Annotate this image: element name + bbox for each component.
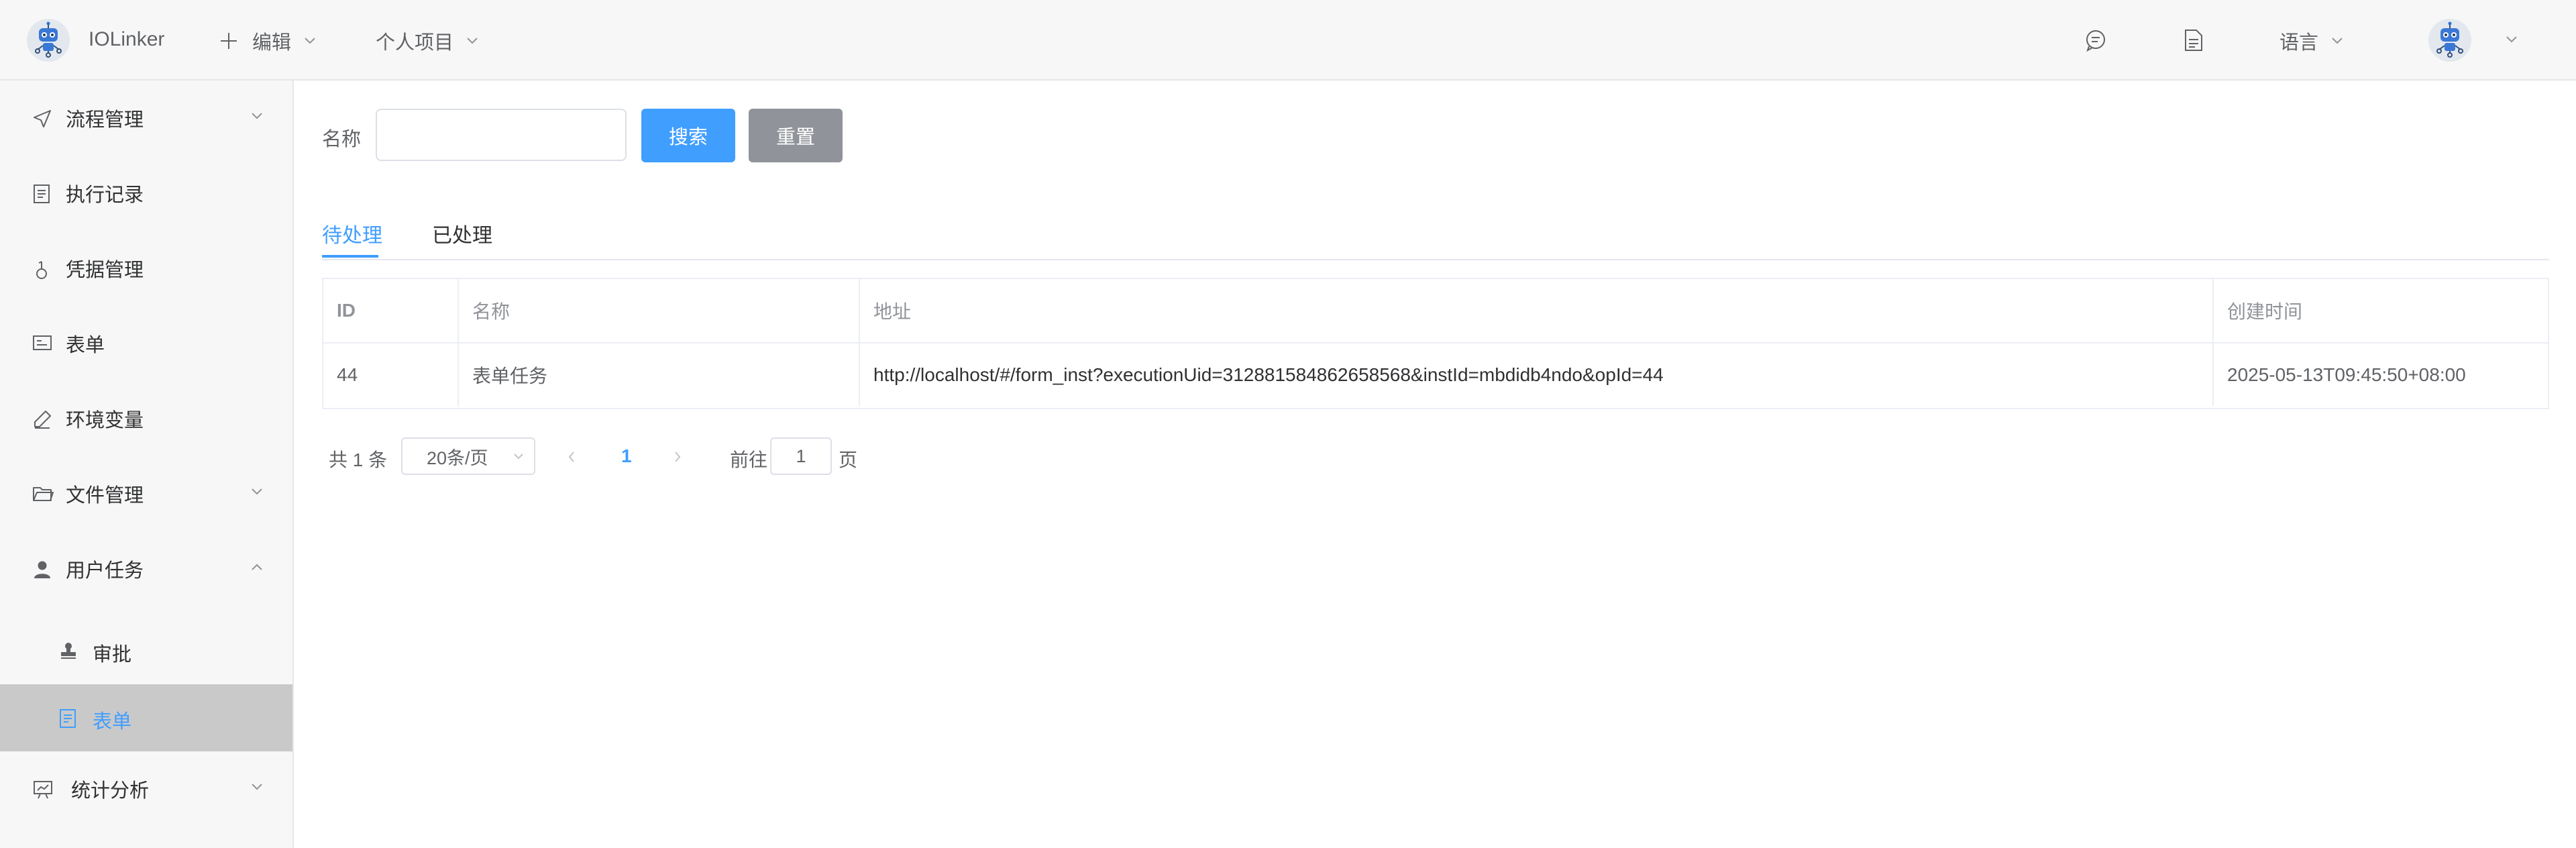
sidebar-item-credentials[interactable]: 凭据管理 [0, 231, 292, 306]
chevron-down-icon [467, 38, 478, 44]
sidebar-item-label: 表单 [93, 711, 132, 733]
chevron-down-icon [514, 454, 523, 460]
form-icon [33, 335, 52, 350]
goto-label: 前往 [730, 449, 768, 470]
project-menu-label: 个人项目 [376, 32, 454, 54]
search-name-label: 名称 [322, 129, 362, 150]
sidebar-item-flow-management[interactable]: 流程管理 [0, 81, 292, 156]
cell-name: 表单任务 [459, 343, 860, 407]
app-name: IOLinker [89, 28, 165, 50]
sidebar-item-file-management[interactable]: 文件管理 [0, 456, 292, 531]
project-menu[interactable]: 个人项目 [376, 27, 479, 55]
page-number-current[interactable]: 1 [621, 445, 632, 467]
sidebar-item-statistics[interactable]: 统计分析 [0, 751, 292, 827]
folder-icon [33, 487, 54, 501]
page-suffix-label: 页 [839, 449, 858, 470]
chevron-down-icon [252, 113, 262, 119]
edit-menu[interactable]: 编辑 [219, 27, 317, 55]
column-header-name[interactable]: 名称 [459, 279, 860, 342]
sidebar-item-label: 凭据管理 [66, 260, 144, 281]
table-row[interactable]: 44 表单任务 http://localhost/#/form_inst?exe… [323, 343, 2548, 408]
app-logo[interactable] [27, 19, 70, 62]
chat-icon [2086, 30, 2105, 52]
column-header-address[interactable]: 地址 [860, 279, 2214, 342]
user-menu-toggle[interactable] [2505, 35, 2518, 44]
send-icon [34, 110, 51, 127]
search-name-input[interactable] [376, 109, 627, 161]
pagination-total: 共 1 条 [329, 449, 388, 470]
robot-avatar-icon [2436, 21, 2463, 58]
tab-pending[interactable]: 待处理 [322, 219, 382, 248]
sidebar-item-label: 执行记录 [66, 184, 144, 206]
sidebar-item-label: 文件管理 [66, 485, 144, 507]
sidebar-item-label: 审批 [93, 644, 132, 666]
sidebar-item-user-tasks[interactable]: 用户任务 [0, 531, 292, 606]
active-tab-indicator [322, 255, 378, 258]
table-header-row: ID 名称 地址 创建时间 [323, 279, 2548, 343]
sidebar-item-label: 表单 [66, 335, 105, 356]
sidebar-subitem-form[interactable]: 表单 [0, 684, 292, 751]
sidebar-item-label: 用户任务 [66, 560, 144, 582]
chevron-down-icon [252, 488, 262, 495]
stamp-icon [61, 643, 76, 659]
sidebar-item-label: 流程管理 [66, 109, 144, 131]
sidebar: 流程管理 执行记录 凭据管理 表单 环境变量 文件管理 用户任务 审批 表单 统… [0, 81, 294, 848]
chevron-down-icon [2506, 36, 2517, 43]
column-header-id[interactable]: ID [323, 279, 459, 342]
task-tabs: 待处理 已处理 [322, 201, 2549, 260]
cell-created-time: 2025-05-13T09:45:50+08:00 [2227, 364, 2466, 385]
robot-logo-icon [35, 21, 62, 58]
pagination: 共 1 条 20条/页 1 前往 页 [322, 437, 1127, 475]
search-button[interactable]: 搜索 [641, 109, 735, 162]
sidebar-item-env-variables[interactable]: 环境变量 [0, 381, 292, 456]
cell-address-link[interactable]: http://localhost/#/form_inst?executionUi… [860, 343, 2214, 407]
reset-button[interactable]: 重置 [749, 109, 843, 162]
chevron-down-icon [2332, 38, 2343, 44]
chevron-down-icon [305, 38, 315, 44]
sidebar-subitem-approval[interactable]: 审批 [0, 617, 292, 684]
tasks-table: ID 名称 地址 创建时间 44 表单任务 http://localhost/#… [322, 278, 2549, 409]
chevron-down-icon [252, 784, 262, 790]
prev-page-icon[interactable] [566, 449, 577, 464]
sidebar-item-execution-records[interactable]: 执行记录 [0, 156, 292, 231]
chart-icon [34, 781, 52, 799]
user-avatar[interactable] [2428, 19, 2471, 62]
docs-button[interactable] [2183, 28, 2204, 52]
list-doc-icon [34, 184, 50, 203]
language-menu[interactable]: 语言 [2279, 27, 2344, 55]
page-size-value: 20条/页 [427, 447, 488, 468]
goto-page-input[interactable] [770, 437, 832, 475]
chevron-up-icon [252, 564, 262, 570]
tab-processed[interactable]: 已处理 [432, 219, 492, 248]
language-menu-label: 语言 [2279, 32, 2319, 54]
pen-icon [34, 411, 51, 429]
cell-id: 44 [323, 343, 459, 407]
top-header: IOLinker 编辑 个人项目 语言 [0, 0, 2576, 81]
user-icon [34, 561, 50, 578]
plus-icon [221, 33, 237, 49]
sidebar-item-label: 环境变量 [66, 410, 144, 431]
form-doc-icon [60, 709, 76, 728]
column-header-created-time[interactable]: 创建时间 [2214, 279, 2548, 342]
message-button[interactable] [2084, 28, 2108, 52]
sidebar-item-forms[interactable]: 表单 [0, 306, 292, 381]
edit-menu-label: 编辑 [252, 32, 292, 54]
sidebar-item-label: 统计分析 [71, 780, 150, 802]
next-page-icon[interactable] [672, 449, 683, 464]
page-size-select[interactable]: 20条/页 [401, 437, 535, 475]
document-icon [2185, 30, 2202, 51]
key-icon [36, 261, 47, 279]
